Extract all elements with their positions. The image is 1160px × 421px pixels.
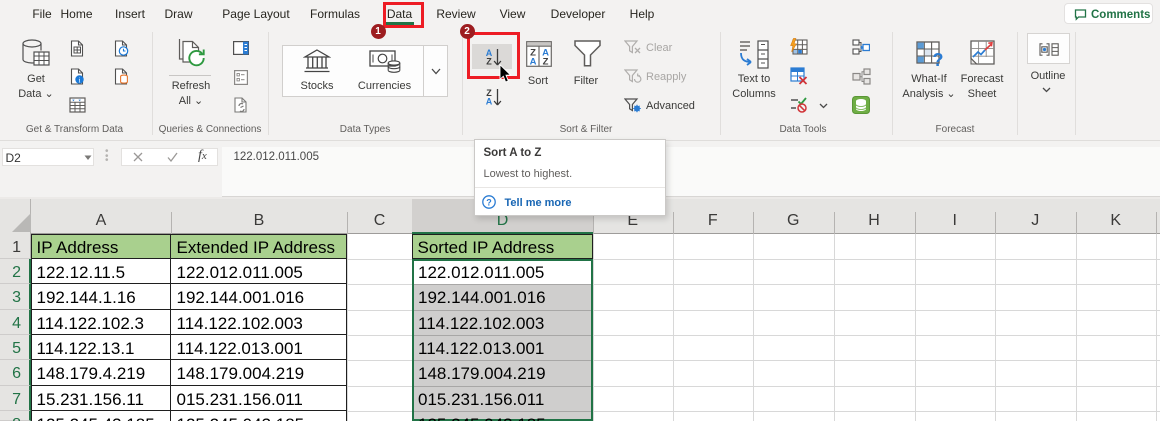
svg-text:Z: Z [542, 56, 548, 67]
svg-text:i: i [78, 75, 80, 84]
svg-text:?: ? [486, 197, 492, 207]
svg-text:?: ? [933, 50, 944, 68]
svg-text:A: A [529, 56, 536, 67]
svg-text:A: A [486, 97, 493, 107]
